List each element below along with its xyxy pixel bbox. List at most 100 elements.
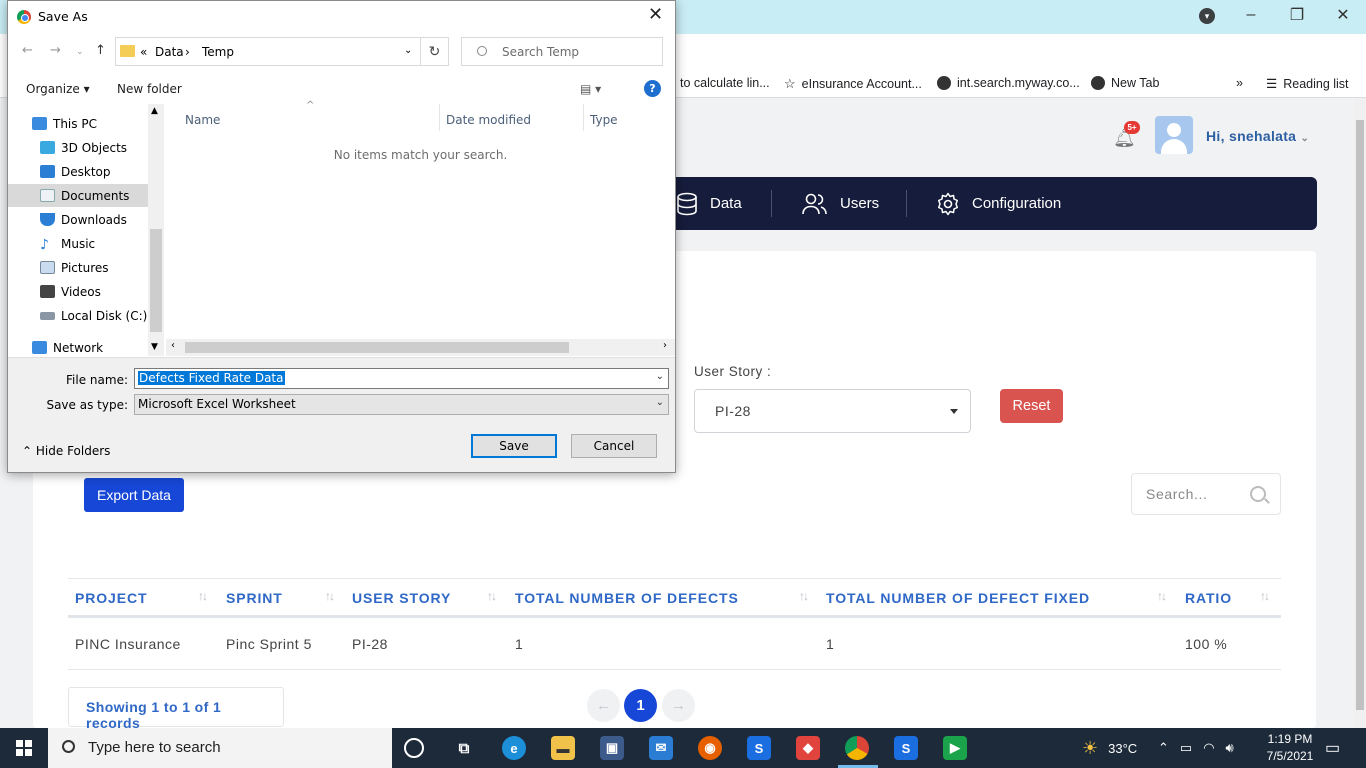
folder-search-input[interactable]: Search Temp [461, 37, 663, 66]
tree-item-pictures[interactable]: Pictures [8, 256, 148, 279]
tree-item-network[interactable]: Network [8, 336, 148, 359]
sort-icon[interactable]: ↑↓ [198, 589, 208, 603]
tab-search-icon[interactable]: ▾ [1199, 8, 1215, 24]
column-header-sprint[interactable]: SPRINT [226, 590, 283, 606]
app-red-icon[interactable]: ◆ [796, 736, 820, 760]
cortana-icon[interactable] [404, 738, 424, 758]
nav-item-configuration[interactable]: Configuration [936, 177, 1061, 230]
forward-arrow-icon[interactable]: → [50, 43, 61, 58]
nav-divider [906, 190, 907, 217]
chrome-icon[interactable] [845, 736, 869, 760]
table-search-input[interactable]: Search... [1131, 473, 1281, 515]
task-view-icon[interactable]: ⧉ [452, 736, 476, 760]
path-overflow[interactable]: « [140, 45, 147, 59]
search-icon [1250, 486, 1266, 502]
scroll-left-icon[interactable]: ‹ [171, 340, 175, 351]
column-date-modified[interactable]: Date modified [446, 113, 531, 127]
reading-list-button[interactable]: ☰ Reading list [1266, 76, 1349, 92]
start-button[interactable] [0, 728, 48, 768]
bookmark-item[interactable]: ☆ eInsurance Account... [784, 76, 922, 92]
firefox-icon[interactable]: ◉ [698, 736, 722, 760]
notification-center-icon[interactable]: ▭ [1325, 728, 1340, 768]
tree-item-desktop[interactable]: Desktop [8, 160, 148, 183]
dialog-close-button[interactable]: ✕ [648, 4, 663, 25]
user-story-select[interactable]: PI-28 [694, 389, 971, 433]
mail-icon[interactable]: ✉ [649, 736, 673, 760]
tree-item-documents[interactable]: Documents [8, 184, 148, 207]
sort-icon[interactable]: ↑↓ [1260, 589, 1270, 603]
column-header-project[interactable]: PROJECT [75, 590, 147, 606]
column-name[interactable]: Name [185, 113, 220, 127]
column-header-ratio[interactable]: RATIO [1185, 590, 1232, 606]
file-name-input[interactable]: Defects Fixed Rate Data ⌄ [134, 368, 669, 389]
tree-item-local-disk[interactable]: Local Disk (C:) [8, 304, 148, 327]
nav-item-users[interactable]: Users [802, 177, 879, 230]
restore-button[interactable]: ❐ [1274, 0, 1320, 30]
organize-button[interactable]: Organize ▾ [26, 82, 90, 96]
page-scrollbar[interactable] [1354, 98, 1366, 728]
sort-icon[interactable]: ↑↓ [325, 589, 335, 603]
chevron-up-icon[interactable]: ⌃ [1158, 740, 1169, 756]
bookmarks-overflow-button[interactable]: » [1236, 76, 1243, 90]
volume-icon[interactable]: 🔊︎ [1226, 740, 1234, 756]
refresh-button[interactable]: ↻ [420, 37, 449, 66]
chevron-down-icon[interactable]: ⌄ [656, 371, 664, 382]
sort-icon[interactable]: ↑↓ [487, 589, 497, 603]
path-segment-data[interactable]: Data [155, 45, 184, 59]
sort-icon[interactable]: ↑↓ [1157, 589, 1167, 603]
app-play-icon[interactable]: ▶ [943, 736, 967, 760]
back-arrow-icon[interactable]: ← [22, 43, 33, 58]
app-s-icon[interactable]: S [894, 736, 918, 760]
save-type-select[interactable]: Microsoft Excel Worksheet ⌄ [134, 394, 669, 415]
hide-folders-button[interactable]: ⌃ Hide Folders [22, 444, 110, 458]
tree-item-videos[interactable]: Videos [8, 280, 148, 303]
prev-page-button[interactable]: ← [587, 689, 620, 722]
wifi-icon[interactable]: ◠ [1203, 740, 1214, 756]
view-options-icon[interactable]: ▤ ▾ [580, 82, 601, 96]
recent-locations-icon[interactable]: ⌄ [76, 47, 84, 57]
scroll-right-icon[interactable]: › [663, 340, 667, 351]
file-explorer-icon[interactable]: ▬ [551, 736, 575, 760]
app-s-icon[interactable]: S [747, 736, 771, 760]
help-icon[interactable]: ? [644, 80, 661, 97]
tree-item-this-pc[interactable]: This PC [8, 112, 148, 135]
tree-item-music[interactable]: ♪ Music [8, 232, 148, 255]
column-header-total-defects[interactable]: TOTAL NUMBER OF DEFECTS [515, 590, 739, 606]
path-breadcrumb[interactable]: « Data › Temp ⌄ [115, 37, 421, 66]
column-header-user-story[interactable]: USER STORY [352, 590, 451, 606]
close-window-button[interactable]: ✕ [1320, 0, 1366, 30]
export-data-button[interactable]: Export Data [84, 478, 184, 512]
store-icon[interactable]: ▣ [600, 736, 624, 760]
reset-button[interactable]: Reset [1000, 389, 1063, 423]
column-type[interactable]: Type [590, 113, 618, 127]
column-header-defects-fixed[interactable]: TOTAL NUMBER OF DEFECT FIXED [826, 590, 1090, 606]
bookmark-item[interactable]: New Tab [1091, 76, 1159, 90]
tree-item-3d-objects[interactable]: 3D Objects [8, 136, 148, 159]
save-button[interactable]: Save [471, 434, 557, 458]
tree-scrollbar[interactable]: ▲ ▼ [148, 104, 164, 356]
sort-icon[interactable]: ↑↓ [799, 589, 809, 603]
file-list-scrollbar[interactable]: ‹ › [166, 339, 675, 356]
tree-item-downloads[interactable]: Downloads [8, 208, 148, 231]
edge-icon[interactable]: e [502, 736, 526, 760]
up-arrow-icon[interactable]: ↑ [95, 43, 106, 58]
battery-icon[interactable]: ▭ [1180, 740, 1192, 756]
scroll-down-icon[interactable]: ▼ [151, 342, 158, 352]
path-segment-temp[interactable]: Temp [202, 45, 234, 59]
user-greeting[interactable]: Hi, snehalata ⌄ [1206, 128, 1309, 144]
user-avatar[interactable] [1155, 116, 1193, 154]
bookmark-item[interactable]: to calculate lin... [680, 76, 770, 90]
new-folder-button[interactable]: New folder [117, 82, 182, 96]
cancel-button[interactable]: Cancel [571, 434, 657, 458]
scroll-up-icon[interactable]: ▲ [151, 106, 158, 116]
taskbar-clock[interactable]: 1:19 PM 7/5/2021 [1260, 731, 1320, 765]
chevron-down-icon[interactable]: ⌄ [404, 45, 412, 56]
page-button-1[interactable]: 1 [624, 689, 657, 722]
dialog-toolbar: Organize ▾ New folder ▤ ▾ [8, 75, 675, 103]
bookmark-item[interactable]: int.search.myway.co... [937, 76, 1080, 90]
next-page-button[interactable]: → [662, 689, 695, 722]
taskbar-search-input[interactable]: Type here to search [48, 728, 392, 768]
weather-widget[interactable]: ☀ 33°C [1082, 728, 1137, 768]
nav-item-data[interactable]: Data [676, 177, 742, 230]
minimize-button[interactable]: – [1228, 0, 1274, 30]
